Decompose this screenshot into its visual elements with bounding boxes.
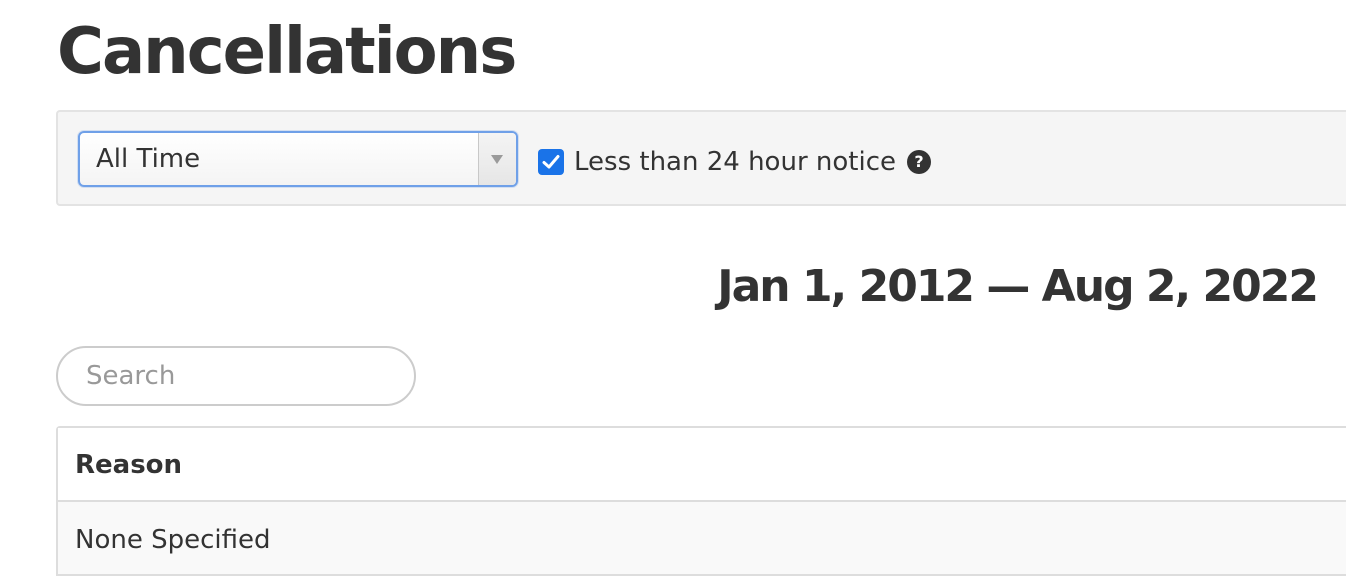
report-date-range: Jan 1, 2012 — Aug 2, 2022 bbox=[717, 261, 1319, 312]
question-circle-icon[interactable]: ? bbox=[907, 150, 931, 174]
page-title: Cancellations bbox=[57, 15, 517, 89]
table-row: None Specified bbox=[58, 502, 1346, 576]
chevron-down-icon bbox=[491, 155, 503, 164]
date-range-select[interactable]: All Time bbox=[78, 131, 518, 187]
table-cell-reason: None Specified bbox=[75, 525, 271, 555]
short-notice-label[interactable]: Less than 24 hour notice bbox=[574, 148, 896, 176]
filter-bar: All Time Less than 24 hour notice ? bbox=[56, 110, 1346, 206]
search-input[interactable] bbox=[56, 346, 416, 406]
checkmark-icon bbox=[542, 155, 560, 169]
date-range-select-value: All Time bbox=[96, 144, 201, 174]
short-notice-checkbox[interactable] bbox=[538, 149, 564, 175]
table-header-reason[interactable]: Reason bbox=[58, 428, 1346, 502]
select-arrow-button[interactable] bbox=[478, 133, 516, 185]
cancellations-table: Reason None Specified bbox=[56, 426, 1346, 576]
short-notice-filter[interactable]: Less than 24 hour notice ? bbox=[538, 148, 931, 176]
